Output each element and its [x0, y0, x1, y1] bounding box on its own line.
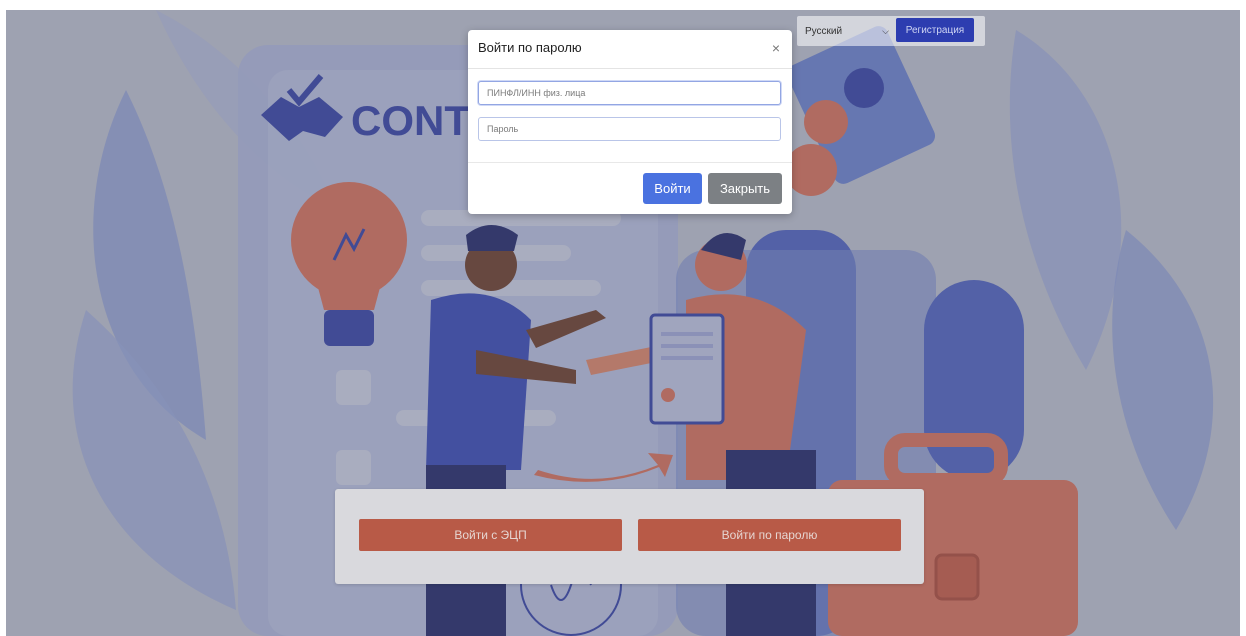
- language-label: Русский: [805, 25, 843, 37]
- language-select[interactable]: Русский ⌵: [805, 20, 893, 42]
- header-controls: Русский ⌵ Регистрация: [797, 16, 985, 46]
- chevron-down-icon: ⌵: [882, 25, 889, 36]
- submit-button[interactable]: Войти: [643, 173, 702, 204]
- close-button[interactable]: Закрыть: [708, 173, 782, 204]
- modal-divider: [468, 162, 792, 163]
- modal-header: Войти по паролю ×: [468, 30, 792, 69]
- login-ecp-button[interactable]: Войти с ЭЦП: [359, 519, 622, 551]
- login-input[interactable]: ПИНФЛ/ИНН физ. лица: [478, 81, 781, 105]
- login-panel: Войти с ЭЦП Войти по паролю: [335, 489, 924, 584]
- password-login-modal: Войти по паролю × ПИНФЛ/ИНН физ. лица Па…: [468, 30, 792, 214]
- close-icon[interactable]: ×: [772, 40, 780, 56]
- login-password-button[interactable]: Войти по паролю: [638, 519, 901, 551]
- register-button[interactable]: Регистрация: [896, 18, 974, 42]
- password-input[interactable]: Пароль: [478, 117, 781, 141]
- modal-title: Войти по паролю: [478, 40, 582, 55]
